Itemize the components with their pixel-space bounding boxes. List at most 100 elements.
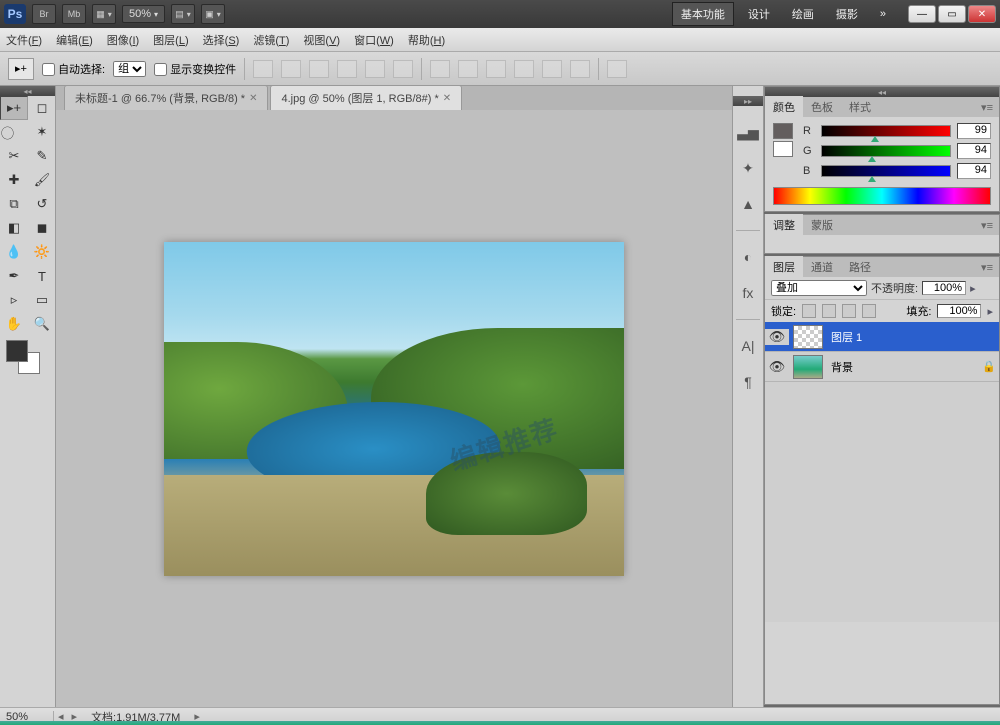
tool-shape[interactable]: ▭ [28, 288, 56, 312]
layer-thumbnail[interactable] [793, 355, 823, 379]
visibility-icon[interactable]: 👁 [765, 359, 789, 375]
lock-pixels-icon[interactable] [822, 304, 836, 318]
window-minimize[interactable]: — [908, 5, 936, 23]
menu-e[interactable]: 编辑(E) [56, 32, 93, 48]
paragraph-icon[interactable]: ¶ [737, 372, 759, 392]
lock-position-icon[interactable] [842, 304, 856, 318]
menu-t[interactable]: 滤镜(T) [253, 32, 289, 48]
layer-thumbnail[interactable] [793, 325, 823, 349]
toolbox-handle[interactable]: ◂◂ [0, 86, 55, 96]
align-icon[interactable] [393, 60, 413, 78]
layer-name[interactable]: 图层 1 [827, 329, 979, 345]
distribute-icon[interactable] [458, 60, 478, 78]
info-icon[interactable]: ▲ [737, 194, 759, 214]
visibility-icon[interactable]: 👁 [765, 329, 789, 345]
auto-align-icon[interactable] [607, 60, 627, 78]
tab-swatches[interactable]: 色板 [803, 96, 841, 118]
adjustments-icon[interactable]: ◐ [737, 247, 759, 267]
tool-gradient[interactable]: ◼ [28, 216, 56, 240]
tool-blur[interactable]: 💧 [0, 240, 28, 264]
tool-lasso[interactable]: ⃝ [0, 120, 28, 144]
fill-value[interactable]: 100% [937, 304, 981, 318]
auto-select-target[interactable]: 组 [113, 61, 146, 77]
auto-select-checkbox[interactable]: 自动选择: [42, 61, 105, 77]
navigator-icon[interactable]: ✦ [737, 158, 759, 178]
document-tab[interactable]: 未标题-1 @ 66.7% (背景, RGB/8) *✕ [64, 85, 268, 110]
foreground-swatch[interactable] [6, 340, 28, 362]
lock-transparency-icon[interactable] [802, 304, 816, 318]
workspace-painting[interactable]: 绘画 [784, 3, 822, 25]
tool-history[interactable]: ↺ [28, 192, 56, 216]
workspace-design[interactable]: 设计 [740, 3, 778, 25]
r-slider[interactable] [821, 125, 951, 137]
align-icon[interactable] [281, 60, 301, 78]
layer-row[interactable]: 👁背景🔒 [765, 352, 999, 382]
distribute-icon[interactable] [570, 60, 590, 78]
align-icon[interactable] [253, 60, 273, 78]
tool-marquee[interactable]: ◻ [28, 96, 56, 120]
histogram-icon[interactable]: ▃▅ [737, 122, 759, 142]
close-icon[interactable]: ✕ [249, 93, 257, 104]
view-extras-icon[interactable]: ▦ [92, 4, 116, 24]
menu-f[interactable]: 文件(F) [6, 32, 42, 48]
tool-eyedrop[interactable]: ✎ [28, 144, 56, 168]
color-swatches[interactable] [0, 336, 55, 376]
tool-dodge[interactable]: 🔆 [28, 240, 56, 264]
distribute-icon[interactable] [542, 60, 562, 78]
tool-zoom[interactable]: 🔍 [28, 312, 56, 336]
tab-adjustments[interactable]: 调整 [765, 214, 803, 236]
bg-color-chip[interactable] [773, 141, 793, 157]
panel-menu-icon[interactable]: ▾≡ [975, 261, 999, 274]
tab-color[interactable]: 颜色 [765, 96, 803, 118]
tool-stamp[interactable]: ⧉ [0, 192, 28, 216]
tool-heal[interactable]: ✚ [0, 168, 28, 192]
bridge-icon[interactable]: Br [32, 4, 56, 24]
window-maximize[interactable]: ▭ [938, 5, 966, 23]
tool-crop[interactable]: ✂ [0, 144, 28, 168]
close-icon[interactable]: ✕ [443, 93, 451, 104]
tool-pen[interactable]: ✒ [0, 264, 28, 288]
show-transform-checkbox[interactable]: 显示变换控件 [154, 61, 236, 77]
align-icon[interactable] [337, 60, 357, 78]
distribute-icon[interactable] [430, 60, 450, 78]
distribute-icon[interactable] [486, 60, 506, 78]
menu-s[interactable]: 选择(S) [203, 32, 240, 48]
spectrum-ramp[interactable] [773, 187, 991, 205]
align-icon[interactable] [365, 60, 385, 78]
r-value[interactable]: 99 [957, 123, 991, 139]
tool-hand[interactable]: ✋ [0, 312, 28, 336]
layer-row[interactable]: 👁 图层 1 [765, 322, 999, 352]
align-icon[interactable] [309, 60, 329, 78]
minibridge-icon[interactable]: Mb [62, 4, 86, 24]
screen-mode-icon[interactable]: ▣ [201, 4, 225, 24]
tab-masks[interactable]: 蒙版 [803, 214, 841, 236]
tab-channels[interactable]: 通道 [803, 256, 841, 278]
canvas-viewport[interactable]: 编辑推荐 [56, 110, 732, 707]
layer-name[interactable]: 背景 [827, 359, 979, 375]
menu-w[interactable]: 窗口(W) [354, 32, 394, 48]
b-slider[interactable] [821, 165, 951, 177]
strip-handle[interactable]: ▸▸ [733, 96, 763, 106]
document-tab[interactable]: 4.jpg @ 50% (图层 1, RGB/8#) *✕ [270, 85, 462, 110]
workspace-more[interactable]: » [872, 5, 894, 23]
menu-i[interactable]: 图像(I) [107, 32, 139, 48]
g-slider[interactable] [821, 145, 951, 157]
b-value[interactable]: 94 [957, 163, 991, 179]
menu-h[interactable]: 帮助(H) [408, 32, 445, 48]
character-icon[interactable]: A| [737, 336, 759, 356]
styles-icon[interactable]: fx [737, 283, 759, 303]
menu-l[interactable]: 图层(L) [153, 32, 188, 48]
panel-menu-icon[interactable]: ▾≡ [975, 219, 999, 232]
fg-color-chip[interactable] [773, 123, 793, 139]
tool-move[interactable]: ▸+ [0, 96, 28, 120]
canvas[interactable]: 编辑推荐 [164, 242, 624, 576]
distribute-icon[interactable] [514, 60, 534, 78]
opacity-value[interactable]: 100% [922, 281, 966, 295]
g-value[interactable]: 94 [957, 143, 991, 159]
tool-brush[interactable]: 🖌 [28, 168, 56, 192]
tool-eraser[interactable]: ◧ [0, 216, 28, 240]
tab-layers[interactable]: 图层 [765, 256, 803, 278]
current-tool-icon[interactable]: ▸+ [8, 58, 34, 80]
window-close[interactable]: ✕ [968, 5, 996, 23]
tab-paths[interactable]: 路径 [841, 256, 879, 278]
